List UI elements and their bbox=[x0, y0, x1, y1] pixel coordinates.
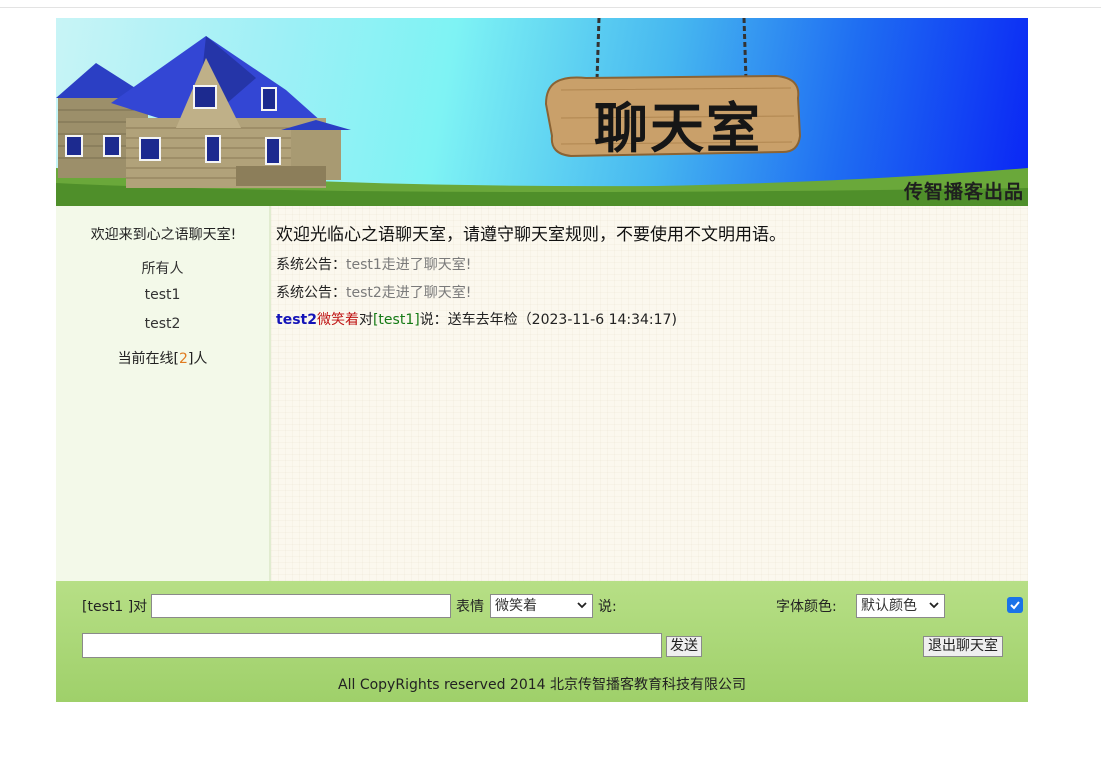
system-text: test2走进了聊天室! bbox=[346, 285, 472, 301]
online-count: 2 bbox=[179, 351, 188, 367]
mood-select[interactable]: 微笑着 bbox=[490, 594, 593, 618]
message-input[interactable] bbox=[82, 633, 662, 658]
banner-illustration bbox=[56, 18, 1028, 206]
system-message: 系统公告：test2走进了聊天室! bbox=[276, 282, 471, 302]
chat-message: test2微笑着对[test1]说：送车去年检（2023-11-6 14:34:… bbox=[276, 309, 677, 329]
mood-label: 表情 bbox=[456, 599, 484, 615]
font-color-selected-value: 默认颜色 bbox=[861, 598, 917, 614]
chevron-down-icon bbox=[577, 602, 587, 609]
sidebar-item-all[interactable]: 所有人 bbox=[56, 258, 269, 278]
chat-room-frame: 聊天室 传智播客出品 欢迎来到心之语聊天室! 所有人 test1 test2 当… bbox=[56, 18, 1028, 702]
online-count-text: 当前在线[2]人 bbox=[56, 348, 269, 368]
mood-selected-value: 微笑着 bbox=[495, 598, 537, 614]
top-divider bbox=[0, 7, 1101, 8]
system-prefix: 系统公告： bbox=[276, 285, 346, 301]
banner-sign-title: 聊天室 bbox=[594, 97, 762, 160]
chat-say-word: 说： bbox=[419, 312, 448, 328]
chat-to-word: 对 bbox=[358, 312, 373, 328]
to-label: [test1 ]对 bbox=[82, 599, 148, 615]
option-checkbox[interactable] bbox=[1007, 597, 1023, 613]
user-sidebar: 欢迎来到心之语聊天室! 所有人 test1 test2 当前在线[2]人 bbox=[56, 206, 271, 581]
system-text: test1走进了聊天室! bbox=[346, 257, 472, 273]
banner-credit: 传智播客出品 bbox=[903, 181, 1024, 203]
font-color-select[interactable]: 默认颜色 bbox=[856, 594, 945, 618]
banner: 聊天室 传智播客出品 bbox=[56, 18, 1028, 206]
say-label: 说: bbox=[598, 599, 617, 615]
recipient-input[interactable] bbox=[151, 594, 451, 618]
system-message: 系统公告：test1走进了聊天室! bbox=[276, 254, 471, 274]
input-panel: [test1 ]对 表情 微笑着 说: 字体颜色: 默认颜色 发送 退出聊天室 … bbox=[56, 581, 1028, 702]
copyright-footer: All CopyRights reserved 2014 北京传智播客教育科技有… bbox=[338, 677, 746, 693]
sidebar-welcome: 欢迎来到心之语聊天室! bbox=[90, 227, 237, 243]
system-prefix: 系统公告： bbox=[276, 257, 346, 273]
welcome-message: 欢迎光临心之语聊天室，请遵守聊天室规则，不要使用不文明用语。 bbox=[276, 225, 786, 245]
online-suffix: ]人 bbox=[187, 351, 208, 367]
sidebar-item-test1[interactable]: test1 bbox=[56, 287, 269, 303]
sidebar-item-test2[interactable]: test2 bbox=[56, 316, 269, 332]
exit-chatroom-button[interactable]: 退出聊天室 bbox=[923, 636, 1003, 657]
chevron-down-icon bbox=[929, 602, 939, 609]
chat-mood: 微笑着 bbox=[316, 312, 359, 328]
send-button[interactable]: 发送 bbox=[666, 636, 702, 657]
chat-content: 送车去年检（2023-11-6 14:34:17) bbox=[447, 312, 677, 328]
chat-target: [test1] bbox=[372, 312, 420, 328]
message-area: 欢迎光临心之语聊天室，请遵守聊天室规则，不要使用不文明用语。 系统公告：test… bbox=[271, 206, 1028, 581]
chat-sender: test2 bbox=[276, 312, 317, 328]
online-prefix: 当前在线[ bbox=[117, 351, 180, 367]
checkmark-icon bbox=[1010, 601, 1020, 610]
font-color-label: 字体颜色: bbox=[776, 599, 837, 615]
